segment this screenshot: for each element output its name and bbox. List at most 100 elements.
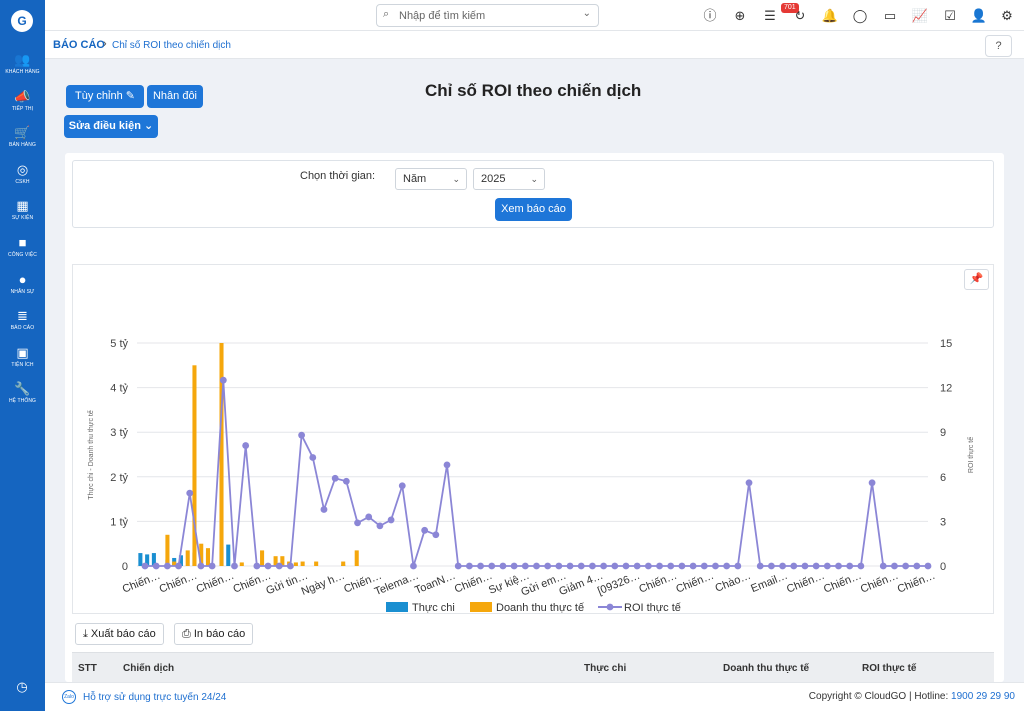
y-tick-label: 2 tỷ bbox=[110, 472, 128, 484]
sidebar-item-cart[interactable]: 🛒 Bán hàng bbox=[0, 125, 45, 149]
sidebar-item-person[interactable]: ● Nhân sự bbox=[0, 272, 45, 296]
y2-tick-label: 9 bbox=[940, 427, 946, 439]
legend-swatch bbox=[386, 602, 408, 612]
footer: Zalo Hỗ trợ sử dụng trực tuyến 24/24 Cop… bbox=[45, 682, 1024, 711]
roi-point bbox=[768, 562, 775, 570]
app-logo[interactable]: G bbox=[11, 10, 33, 32]
roi-point bbox=[376, 522, 384, 530]
roi-point bbox=[879, 562, 887, 570]
roi-point bbox=[678, 562, 686, 570]
x-tick-label: Chiến… bbox=[859, 570, 900, 596]
roi-point bbox=[354, 519, 361, 527]
legend-swatch bbox=[470, 602, 492, 612]
sidebar-item-report[interactable]: ≣ Báo cáo bbox=[0, 308, 45, 332]
roi-point bbox=[924, 562, 932, 570]
roi-point bbox=[891, 562, 898, 570]
col-revenue[interactable]: Doanh thu thực tế bbox=[723, 663, 809, 674]
copyright: Copyright © CloudGO | Hotline: 1900 29 2… bbox=[809, 691, 1015, 702]
chevron-down-icon: ⌄ bbox=[530, 174, 538, 184]
list-icon[interactable]: ☰ bbox=[761, 7, 779, 25]
edit-condition-button[interactable]: Sửa điều kiện ⌄ bbox=[64, 115, 158, 138]
x-tick-label: Chiến… bbox=[453, 570, 494, 596]
roi-point bbox=[342, 477, 350, 485]
calendar-icon[interactable]: ▭ bbox=[881, 7, 899, 25]
roi-point bbox=[410, 562, 417, 570]
add-circle-icon[interactable]: ⊕ bbox=[731, 7, 749, 25]
col-stt[interactable]: STT bbox=[78, 663, 97, 674]
top-bar: ⌕ Nhập để tìm kiếm ⌄ ⓘ ⊕ ☰ ↻ 🔔 ◯ ▭ 📈 ☑ 👤… bbox=[45, 0, 1024, 31]
bar-revenue bbox=[293, 562, 298, 566]
roi-point bbox=[723, 562, 731, 570]
breadcrumb-root[interactable]: BÁO CÁO bbox=[53, 39, 105, 51]
y2-axis-title: ROI thực tế bbox=[966, 437, 975, 473]
chat-icon[interactable]: ◯ bbox=[851, 7, 869, 25]
bell-icon[interactable]: 🔔 bbox=[821, 7, 839, 25]
bar-revenue bbox=[314, 561, 319, 566]
bar-spend bbox=[226, 544, 231, 566]
y-tick-label: 4 tỷ bbox=[110, 383, 128, 395]
roi-point bbox=[208, 562, 216, 570]
roi-point bbox=[253, 562, 261, 570]
gear-icon[interactable]: ⚙ bbox=[998, 7, 1016, 25]
y-tick-label: 5 tỷ bbox=[110, 338, 128, 350]
roi-point bbox=[734, 562, 742, 570]
roi-point bbox=[913, 562, 921, 570]
roi-point bbox=[812, 562, 820, 570]
filter-panel: Chọn thời gian: Năm ⌄ 2025 ⌄ Xem báo cáo bbox=[72, 160, 994, 228]
hotline-link[interactable]: 1900 29 29 90 bbox=[951, 691, 1015, 702]
roi-point bbox=[756, 562, 764, 570]
roi-point bbox=[644, 562, 652, 570]
sidebar-item-gift[interactable]: ▣ Tiện ích bbox=[0, 345, 45, 369]
user-icon[interactable]: 👤 bbox=[970, 7, 988, 25]
bar-revenue bbox=[219, 343, 224, 566]
search-input[interactable]: Nhập để tìm kiếm bbox=[399, 10, 485, 22]
sidebar-item-megaphone[interactable]: 📣 Tiếp thị bbox=[0, 89, 45, 113]
customize-button[interactable]: Tùy chỉnh ✎ bbox=[66, 85, 144, 108]
roi-point bbox=[633, 562, 641, 570]
col-roi[interactable]: ROI thực tế bbox=[862, 663, 916, 674]
year-select[interactable]: 2025 ⌄ bbox=[473, 168, 545, 190]
legend-swatch-point bbox=[606, 603, 614, 611]
checkbox-icon[interactable]: ☑ bbox=[941, 7, 959, 25]
sidebar-item-briefcase[interactable]: ■ Công việc bbox=[0, 235, 45, 259]
calendar-icon: ▦ bbox=[16, 198, 29, 213]
x-tick-label: Chiến… bbox=[674, 570, 715, 596]
col-campaign[interactable]: Chiến dịch bbox=[123, 663, 174, 674]
sidebar-item-calendar[interactable]: ▦ Sự kiện bbox=[0, 198, 45, 222]
roi-point bbox=[801, 562, 809, 570]
roi-point bbox=[432, 531, 440, 539]
analytics-icon[interactable]: 📈 bbox=[911, 7, 929, 25]
period-select[interactable]: Năm ⌄ bbox=[395, 168, 467, 190]
roi-point bbox=[175, 562, 182, 570]
x-tick-label: Chiến… bbox=[896, 570, 937, 596]
view-report-button[interactable]: Xem báo cáo bbox=[495, 198, 572, 221]
sidebar-item-wrench[interactable]: 🔧 Hệ thống bbox=[0, 381, 45, 405]
alert-icon[interactable]: ⓘ bbox=[701, 7, 719, 25]
x-tick-label: Chiến… bbox=[158, 570, 199, 596]
duplicate-button[interactable]: Nhân đôi bbox=[147, 85, 203, 108]
y2-tick-label: 6 bbox=[940, 472, 946, 484]
help-icon[interactable]: ? bbox=[985, 35, 1012, 57]
history-icon[interactable]: ◷ bbox=[14, 679, 30, 695]
sidebar-item-lifebuoy[interactable]: ◎ CSKH bbox=[0, 162, 45, 186]
roi-point bbox=[152, 562, 160, 570]
print-report-button[interactable]: ⎙ In báo cáo bbox=[174, 623, 254, 645]
col-spend[interactable]: Thực chi bbox=[584, 663, 626, 674]
search-box[interactable]: ⌕ Nhập để tìm kiếm ⌄ bbox=[376, 4, 599, 27]
roi-point bbox=[544, 562, 552, 570]
roi-point bbox=[533, 562, 540, 570]
bar-revenue bbox=[239, 562, 244, 566]
x-tick-label: [09326… bbox=[596, 570, 642, 598]
sidebar-item-label: Công việc bbox=[8, 252, 37, 258]
roi-point bbox=[331, 474, 339, 482]
legend-label: Thực chi bbox=[412, 602, 455, 613]
sidebar-item-label: Bán hàng bbox=[9, 142, 36, 148]
roi-point bbox=[589, 562, 596, 570]
support-link[interactable]: Hỗ trợ sử dụng trực tuyến 24/24 bbox=[83, 692, 226, 703]
roi-point bbox=[398, 482, 406, 490]
roi-point bbox=[667, 562, 675, 570]
breadcrumb-separator: › bbox=[103, 38, 107, 50]
sidebar-item-users[interactable]: 👥 Khách hàng bbox=[0, 52, 45, 76]
export-report-button[interactable]: ⤓ Xuất báo cáo bbox=[75, 623, 164, 645]
roi-point bbox=[566, 562, 574, 570]
